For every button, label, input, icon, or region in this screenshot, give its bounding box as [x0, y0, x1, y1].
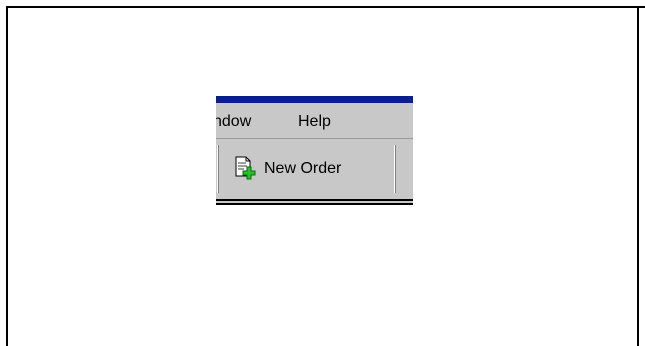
- new-order-label: New Order: [264, 160, 342, 177]
- toolbar-separator: [217, 145, 219, 193]
- frame-border-top: [6, 6, 645, 8]
- menu-help[interactable]: Help: [298, 113, 331, 131]
- toolbar-separator-right: [394, 145, 396, 193]
- menu-window[interactable]: ndow: [216, 113, 251, 131]
- title-bar: [216, 96, 413, 103]
- new-document-plus-icon: [234, 156, 258, 182]
- toolbar: New Order: [216, 139, 413, 199]
- menu-bar: ndow Help: [216, 103, 413, 139]
- frame-border-right: [637, 6, 639, 346]
- new-order-button[interactable]: New Order: [234, 151, 341, 187]
- frame-border-left: [6, 6, 8, 346]
- window-edge-line-lower: [216, 203, 413, 205]
- app-window-crop: ndow Help New Order: [216, 96, 413, 210]
